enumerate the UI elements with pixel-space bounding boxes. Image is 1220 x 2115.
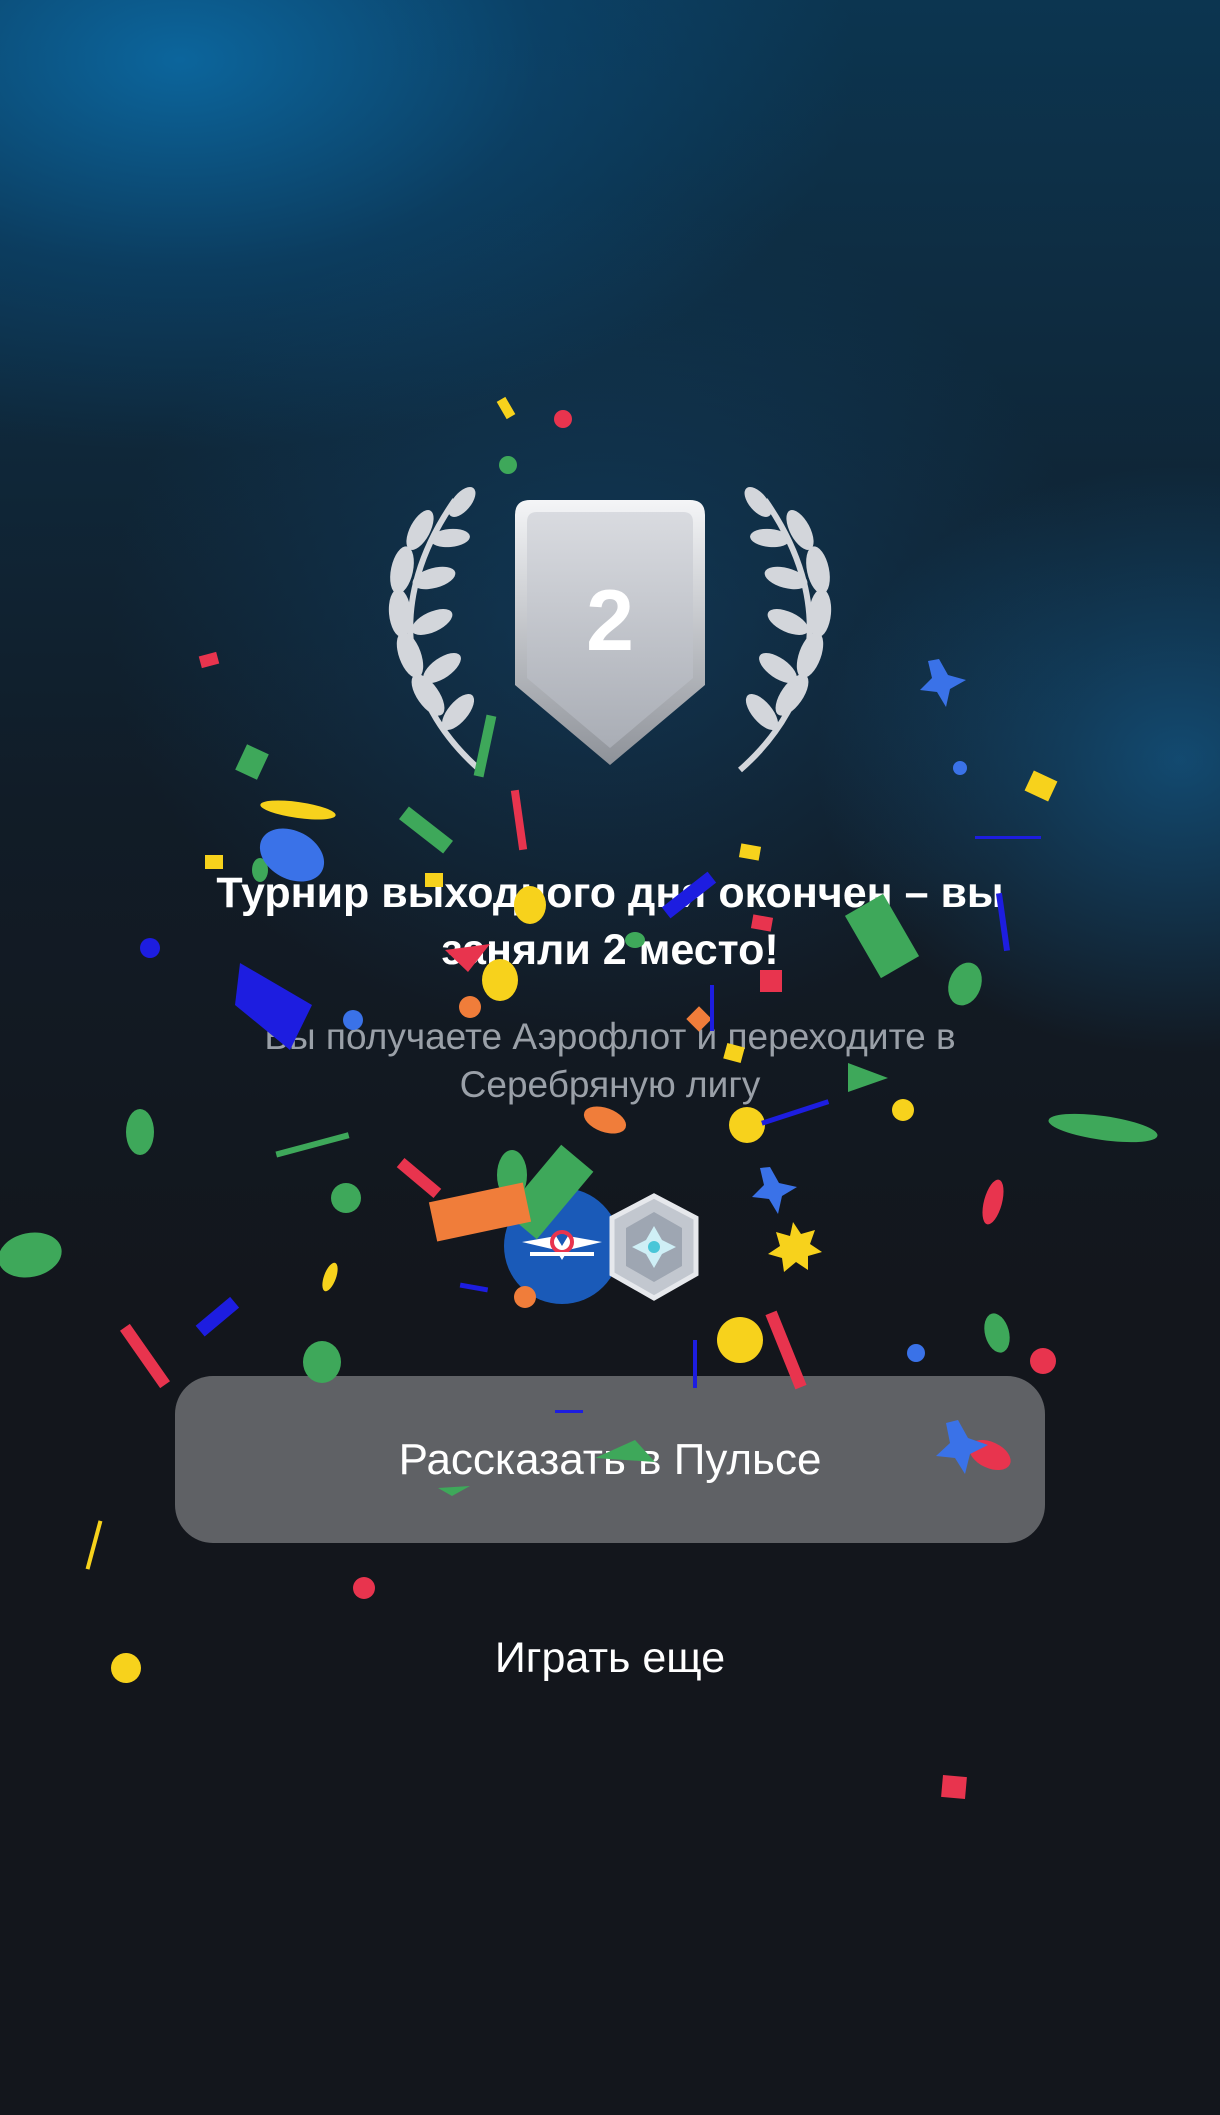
play-again-button[interactable]: Играть еще xyxy=(360,1625,860,1691)
laurel-left-icon xyxy=(388,487,482,773)
laurel-right-icon xyxy=(738,487,832,773)
result-subline: Вы получаете Аэрофлот и переходите в Сер… xyxy=(264,1016,956,1105)
aeroflot-logo-icon xyxy=(504,1190,620,1304)
share-in-pulse-button[interactable]: Рассказать в Пульсе xyxy=(175,1376,1045,1543)
silver-league-badge-icon xyxy=(609,1193,699,1301)
result-headline: Турнир выходного дня окончен – вы заняли… xyxy=(216,869,1004,974)
place-number: 2 xyxy=(586,573,634,669)
silver-medal-icon: 2 xyxy=(388,487,832,773)
rewards-row xyxy=(504,1190,699,1304)
